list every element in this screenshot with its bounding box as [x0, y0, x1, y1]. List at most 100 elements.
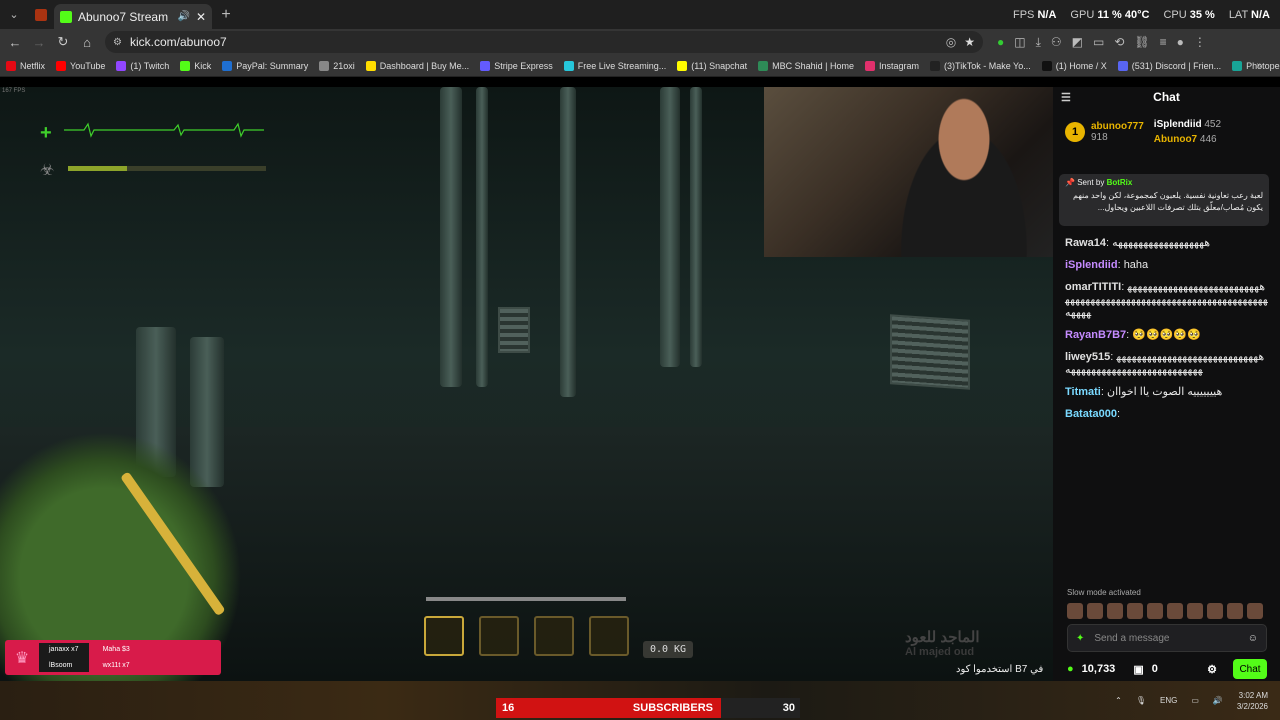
emote[interactable] — [1087, 603, 1103, 619]
back-icon[interactable]: ← — [3, 35, 27, 50]
leader-name: Abunoo7 — [1153, 134, 1198, 145]
download-icon[interactable]: ⤓ — [1036, 35, 1041, 50]
subscriber-goal-bar: 16 SUBSCRIBERS — [496, 698, 721, 718]
bookmark-star-icon[interactable]: ★ — [964, 35, 975, 49]
bookmark-favicon-icon — [758, 60, 769, 71]
link-icon[interactable]: ⛓ — [1134, 35, 1149, 50]
chat-message[interactable]: RayanB7B7: 🥺🥺🥺🥺🥺 — [1065, 329, 1268, 342]
bookmark-label: Dashboard | Buy Me... — [379, 60, 470, 71]
reading-list-icon[interactable]: ≡ — [1160, 35, 1167, 50]
chat-message[interactable]: iSplendiid: haha — [1065, 259, 1268, 272]
bookmark-item[interactable]: (1) Twitch — [116, 60, 169, 71]
network-icon[interactable]: ▭ — [1191, 696, 1199, 705]
chat-username[interactable]: RayanB7B7 — [1065, 329, 1126, 341]
chat-username[interactable]: liwey515 — [1065, 351, 1110, 363]
bookmark-item[interactable]: (531) Discord | Frien... — [1117, 60, 1221, 71]
chat-message[interactable]: Titmati: هيييييييه الصوت ياا اخواان — [1065, 386, 1268, 399]
bookmark-label: (1) Home / X — [1055, 60, 1107, 71]
leader-name: iSplendiid — [1153, 119, 1202, 130]
send-chat-button[interactable]: Chat — [1233, 659, 1267, 679]
close-tab-icon[interactable]: ✕ — [196, 10, 206, 24]
leader-3[interactable]: Abunoo7 446 — [1154, 134, 1221, 145]
clock[interactable]: 3:02 AM 3/2/2026 — [1237, 691, 1268, 711]
extension-icon[interactable]: ⚇ — [1051, 35, 1062, 50]
microphone-icon[interactable]: 🎙 — [1136, 696, 1146, 705]
emote[interactable] — [1067, 603, 1083, 619]
emote[interactable] — [1127, 603, 1143, 619]
chat-username[interactable]: Titmati — [1065, 386, 1101, 398]
language-indicator[interactable]: ENG — [1160, 696, 1177, 705]
kick-sparkle-icon[interactable]: ✦ — [1076, 633, 1084, 644]
forward-icon[interactable]: → — [27, 35, 51, 50]
leader-2[interactable]: iSplendiid 452 — [1154, 119, 1221, 130]
chat-username[interactable]: omarTITITI — [1065, 281, 1121, 293]
bookmark-item[interactable]: MBC Shahid | Home — [758, 60, 854, 71]
chat-input-placeholder: Send a message — [1094, 632, 1170, 644]
bookmark-label: PayPal: Summary — [236, 60, 309, 71]
emote[interactable] — [1107, 603, 1123, 619]
home-icon[interactable]: ⌂ — [75, 35, 99, 50]
bookmark-item[interactable]: Free Live Streaming... — [563, 60, 666, 71]
emote[interactable] — [1227, 603, 1243, 619]
emote[interactable] — [1187, 603, 1203, 619]
avatar[interactable]: ● — [1177, 35, 1184, 50]
bookmark-item[interactable]: (11) Snapchat — [677, 60, 747, 71]
speaker-icon[interactable]: 🔊 — [177, 11, 189, 22]
bookmark-item[interactable]: (3)TikTok - Make Yo... — [930, 60, 1031, 71]
chat-username[interactable]: iSplendiid — [1065, 259, 1118, 271]
performance-overlay: FPS N/A GPU 11 % 40°C CPU 35 % LAT N/A — [1013, 0, 1270, 29]
sponsor-logo-arabic: الماجد للعود — [905, 629, 980, 646]
subscriber-label: SUBSCRIBERS — [632, 702, 713, 714]
gift-count[interactable]: 0 — [1152, 663, 1158, 675]
puzzle-icon[interactable]: ◫ — [1014, 35, 1025, 50]
bookmark-favicon-icon — [1232, 60, 1243, 71]
bookmark-item[interactable]: 21oxi — [319, 60, 355, 71]
carry-weight: 0.0 KG — [643, 641, 693, 658]
menu-icon[interactable]: ⋮ — [1194, 35, 1206, 50]
kick-favicon-icon — [60, 10, 72, 23]
tab-active[interactable]: Abunoo7 Stream - Watch L 🔊 ✕ — [54, 4, 212, 29]
bookmark-item[interactable]: Stripe Express — [480, 60, 553, 71]
tab-search-chevron-icon[interactable]: ⌄ — [0, 0, 28, 29]
emoji-icon[interactable]: ☺ — [1248, 633, 1258, 644]
collapse-chat-icon[interactable]: ☰ — [1061, 91, 1071, 104]
translate-icon[interactable]: ◩ — [1072, 35, 1083, 50]
wallet-icon[interactable]: ▭ — [1093, 35, 1104, 50]
chat-username[interactable]: Batata000 — [1065, 408, 1117, 420]
eye-off-icon[interactable]: ◎ — [946, 35, 956, 49]
history-icon[interactable]: ⟲ — [1114, 35, 1124, 50]
pinned-author: 📌 Sent by BotRix — [1065, 178, 1133, 187]
volume-icon[interactable]: 🔊 — [1213, 696, 1223, 705]
bookmark-item[interactable]: Dashboard | Buy Me... — [365, 60, 470, 71]
chat-settings-icon[interactable]: ⚙ — [1207, 663, 1217, 676]
gpu-value: 11 % 40°C — [1097, 8, 1150, 21]
site-info-icon[interactable]: ⚙ — [113, 37, 122, 48]
bookmark-item[interactable]: PayPal: Summary — [222, 60, 309, 71]
address-bar[interactable]: ⚙ kick.com/abunoo7 ◎ ★ — [105, 31, 983, 53]
bookmark-item[interactable]: (1) Home / X — [1041, 60, 1107, 71]
tray-chevron-icon[interactable]: ⌃ — [1115, 696, 1122, 705]
bookmark-item[interactable]: Instagram — [865, 60, 919, 71]
pinned-message[interactable]: 📌 Sent by BotRix لعبة رعب تعاونية نفسية.… — [1059, 174, 1269, 226]
more-bookmarks-icon[interactable]: » — [1256, 60, 1262, 71]
new-tab-button[interactable]: + — [212, 6, 240, 24]
emote[interactable] — [1247, 603, 1263, 619]
bookmark-item[interactable]: Kick — [180, 60, 211, 71]
bookmark-item[interactable]: YouTube — [56, 60, 105, 71]
emote[interactable] — [1207, 603, 1223, 619]
chat-message[interactable]: Rawa14: ههههههههههههههههههه — [1065, 237, 1268, 250]
leader-1[interactable]: 1 abunoo777 918 — [1065, 121, 1144, 143]
chat-message[interactable]: liwey515: هههههههههههههههههههههههههههههه… — [1065, 351, 1268, 377]
emote[interactable] — [1147, 603, 1163, 619]
chat-username[interactable]: Rawa14 — [1065, 237, 1106, 249]
extension-icon[interactable]: ● — [997, 35, 1004, 50]
bookmark-item[interactable]: Netflix — [6, 60, 45, 71]
chat-message[interactable]: omarTITITI: هههههههههههههههههههههههههههه… — [1065, 281, 1268, 320]
chat-header: ☰ Chat — [1053, 88, 1280, 106]
channel-points[interactable]: 10,733 — [1082, 663, 1116, 675]
reload-icon[interactable]: ↻ — [51, 34, 75, 50]
emote[interactable] — [1167, 603, 1183, 619]
chat-input[interactable]: ✦ Send a message ☺ — [1067, 624, 1267, 652]
chat-message[interactable]: Batata000: — [1065, 408, 1268, 421]
tab-pinned[interactable] — [28, 4, 54, 26]
